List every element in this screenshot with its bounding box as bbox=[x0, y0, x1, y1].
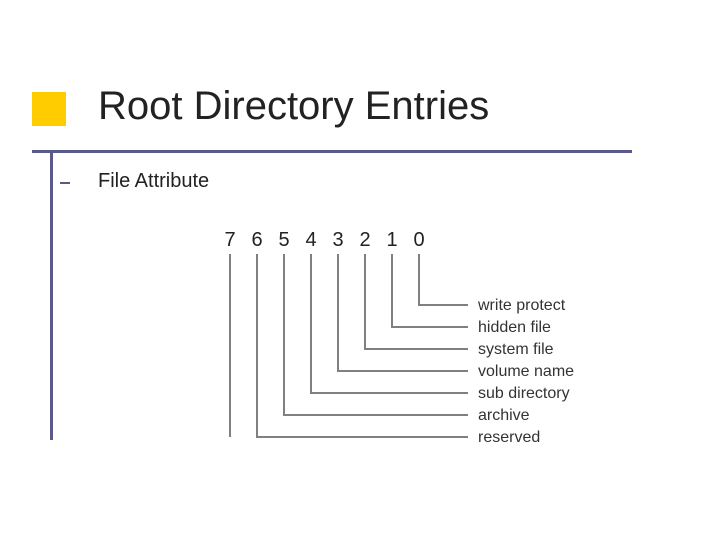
bit-3: 3 bbox=[332, 229, 343, 251]
bit-6: 6 bbox=[251, 229, 262, 251]
label-archive: archive bbox=[478, 407, 530, 424]
bit-4: 4 bbox=[305, 229, 316, 251]
wire-bit0 bbox=[419, 254, 468, 305]
wire-bit3 bbox=[338, 254, 468, 371]
bit-1: 1 bbox=[386, 229, 397, 251]
wire-bit6 bbox=[257, 254, 468, 437]
bit-labels: write protect hidden file system file vo… bbox=[477, 297, 574, 446]
wire-bit4 bbox=[311, 254, 468, 393]
bit-2: 2 bbox=[359, 229, 370, 251]
label-sub-directory: sub directory bbox=[478, 385, 570, 402]
label-reserved: reserved bbox=[478, 429, 540, 446]
wire-bit1 bbox=[392, 254, 468, 327]
bit-diagram: 7 6 5 4 3 2 1 0 write protect hidden fil… bbox=[0, 0, 720, 540]
bit-0: 0 bbox=[413, 229, 424, 251]
label-write-protect: write protect bbox=[477, 297, 566, 314]
bit-numbers: 7 6 5 4 3 2 1 0 bbox=[224, 229, 424, 251]
wire-bit2 bbox=[365, 254, 468, 349]
bit-7: 7 bbox=[224, 229, 235, 251]
bit-5: 5 bbox=[278, 229, 289, 251]
label-volume-name: volume name bbox=[478, 363, 574, 380]
label-system-file: system file bbox=[478, 341, 554, 358]
connector-wires bbox=[230, 254, 468, 437]
label-hidden-file: hidden file bbox=[478, 319, 551, 336]
